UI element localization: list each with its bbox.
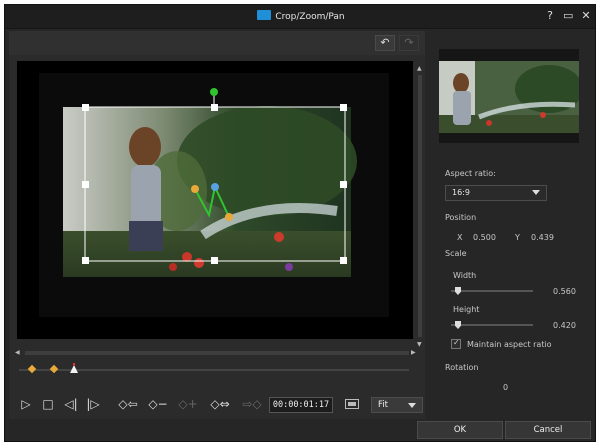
close-button[interactable]: ✕ — [581, 10, 591, 22]
height-label: Height — [453, 305, 480, 314]
person-hair — [129, 127, 161, 167]
screen-icon[interactable] — [345, 399, 359, 409]
next-keyframe-icon[interactable]: ⇨◇ — [239, 395, 265, 413]
width-value: 0.560 — [553, 287, 576, 296]
prev-keyframe-icon[interactable]: ◇⇦ — [115, 395, 141, 413]
aspect-ratio-label: Aspect ratio: — [445, 169, 496, 178]
scroll-down-icon[interactable]: ▼ — [417, 341, 422, 348]
position-y-value[interactable]: 0.439 — [531, 233, 554, 242]
scroll-up-icon[interactable]: ▲ — [417, 65, 422, 72]
prev-frame-icon[interactable]: ◁| — [63, 395, 79, 413]
height-slider[interactable] — [451, 321, 533, 329]
remove-keyframe-icon[interactable]: ◇− — [147, 395, 169, 413]
width-slider[interactable] — [451, 287, 533, 295]
aspect-ratio-dropdown[interactable]: 16:9 — [445, 185, 547, 201]
scroll-left-icon[interactable]: ◀ — [15, 349, 20, 356]
fit-dropdown[interactable]: Fit — [371, 397, 423, 413]
fit-dropdown-value: Fit — [378, 400, 388, 410]
ok-button[interactable]: OK — [417, 421, 503, 439]
thumbnail-preview — [439, 49, 583, 143]
maintain-aspect-ratio-label: Maintain aspect ratio — [467, 340, 552, 349]
aspect-ratio-value: 16:9 — [452, 188, 470, 197]
window-title: Crop/Zoom/Pan — [275, 12, 345, 22]
vertical-scrollbar[interactable]: ▲ ▼ — [417, 65, 423, 349]
settings-panel: Aspect ratio: 16:9 Position X 0.500 Y 0.… — [429, 31, 595, 419]
scale-label: Scale — [445, 249, 467, 258]
preview-pane: ↶ ↷ ▲ ▼ ◀ ▶ ▷ □ ◁| |▷ ◇⇦ ◇− ◇+ ◇⇔ ⇨◇ 00:… — [9, 31, 425, 419]
playhead-indicator — [73, 363, 75, 366]
redo-button[interactable]: ↷ — [399, 35, 419, 51]
maintain-aspect-ratio-checkbox[interactable] — [451, 338, 461, 349]
cancel-button[interactable]: Cancel — [505, 421, 591, 439]
rotation-label: Rotation — [445, 363, 479, 372]
play-icon[interactable]: ▷ — [19, 395, 33, 413]
keyframe-marker[interactable] — [49, 364, 59, 374]
height-slider-handle[interactable] — [455, 321, 461, 329]
scroll-right-icon[interactable]: ▶ — [411, 349, 416, 356]
app-icon — [257, 10, 272, 20]
position-x-value[interactable]: 0.500 — [473, 233, 496, 242]
thumbnail-image — [439, 49, 583, 143]
stop-icon[interactable]: □ — [41, 395, 55, 413]
height-value: 0.420 — [553, 321, 576, 330]
rotation-value[interactable]: 0 — [503, 383, 508, 392]
duplicate-previous-keyframe-icon[interactable]: ◇⇔ — [207, 395, 233, 413]
rotate-handle[interactable] — [210, 88, 218, 96]
crop-zoom-pan-window: Crop/Zoom/Pan ? ▭ ✕ ↶ ↷ ▲ ▼ ◀ ▶ ▷ □ ◁| |… — [4, 4, 596, 442]
horizontal-scroll-thumb[interactable] — [25, 351, 409, 355]
help-button[interactable]: ? — [545, 10, 555, 22]
next-frame-icon[interactable]: |▷ — [85, 395, 101, 413]
dialog-footer: OK Cancel — [5, 419, 595, 441]
title-bar: Crop/Zoom/Pan ? ▭ ✕ — [5, 5, 595, 29]
vertical-scroll-thumb[interactable] — [418, 75, 422, 337]
position-y-label: Y — [515, 233, 520, 242]
undo-icon: ↶ — [380, 36, 390, 49]
keyframe-marker[interactable] — [27, 364, 37, 374]
keyframe-timeline[interactable] — [19, 363, 409, 375]
preview-toolbar: ↶ ↷ — [9, 31, 425, 55]
width-label: Width — [453, 271, 477, 280]
person-shirt — [131, 165, 161, 227]
position-x-label: X — [457, 233, 463, 242]
timecode-display[interactable]: 00:00:01:17 — [269, 397, 333, 413]
add-keyframe-icon[interactable]: ◇+ — [177, 395, 199, 413]
undo-button[interactable]: ↶ — [375, 35, 395, 51]
redo-icon: ↷ — [404, 36, 414, 49]
chevron-down-icon — [408, 403, 416, 408]
preview-canvas — [17, 61, 413, 339]
horizontal-scrollbar[interactable]: ◀ ▶ — [15, 349, 419, 357]
playhead[interactable] — [70, 365, 78, 373]
video-preview[interactable] — [17, 61, 413, 339]
playback-controls: ▷ □ ◁| |▷ ◇⇦ ◇− ◇+ ◇⇔ ⇨◇ 00:00:01:17 Fit — [19, 395, 425, 415]
position-label: Position — [445, 213, 477, 222]
chevron-down-icon — [532, 190, 540, 195]
width-slider-handle[interactable] — [455, 287, 461, 295]
maximize-button[interactable]: ▭ — [563, 10, 573, 22]
